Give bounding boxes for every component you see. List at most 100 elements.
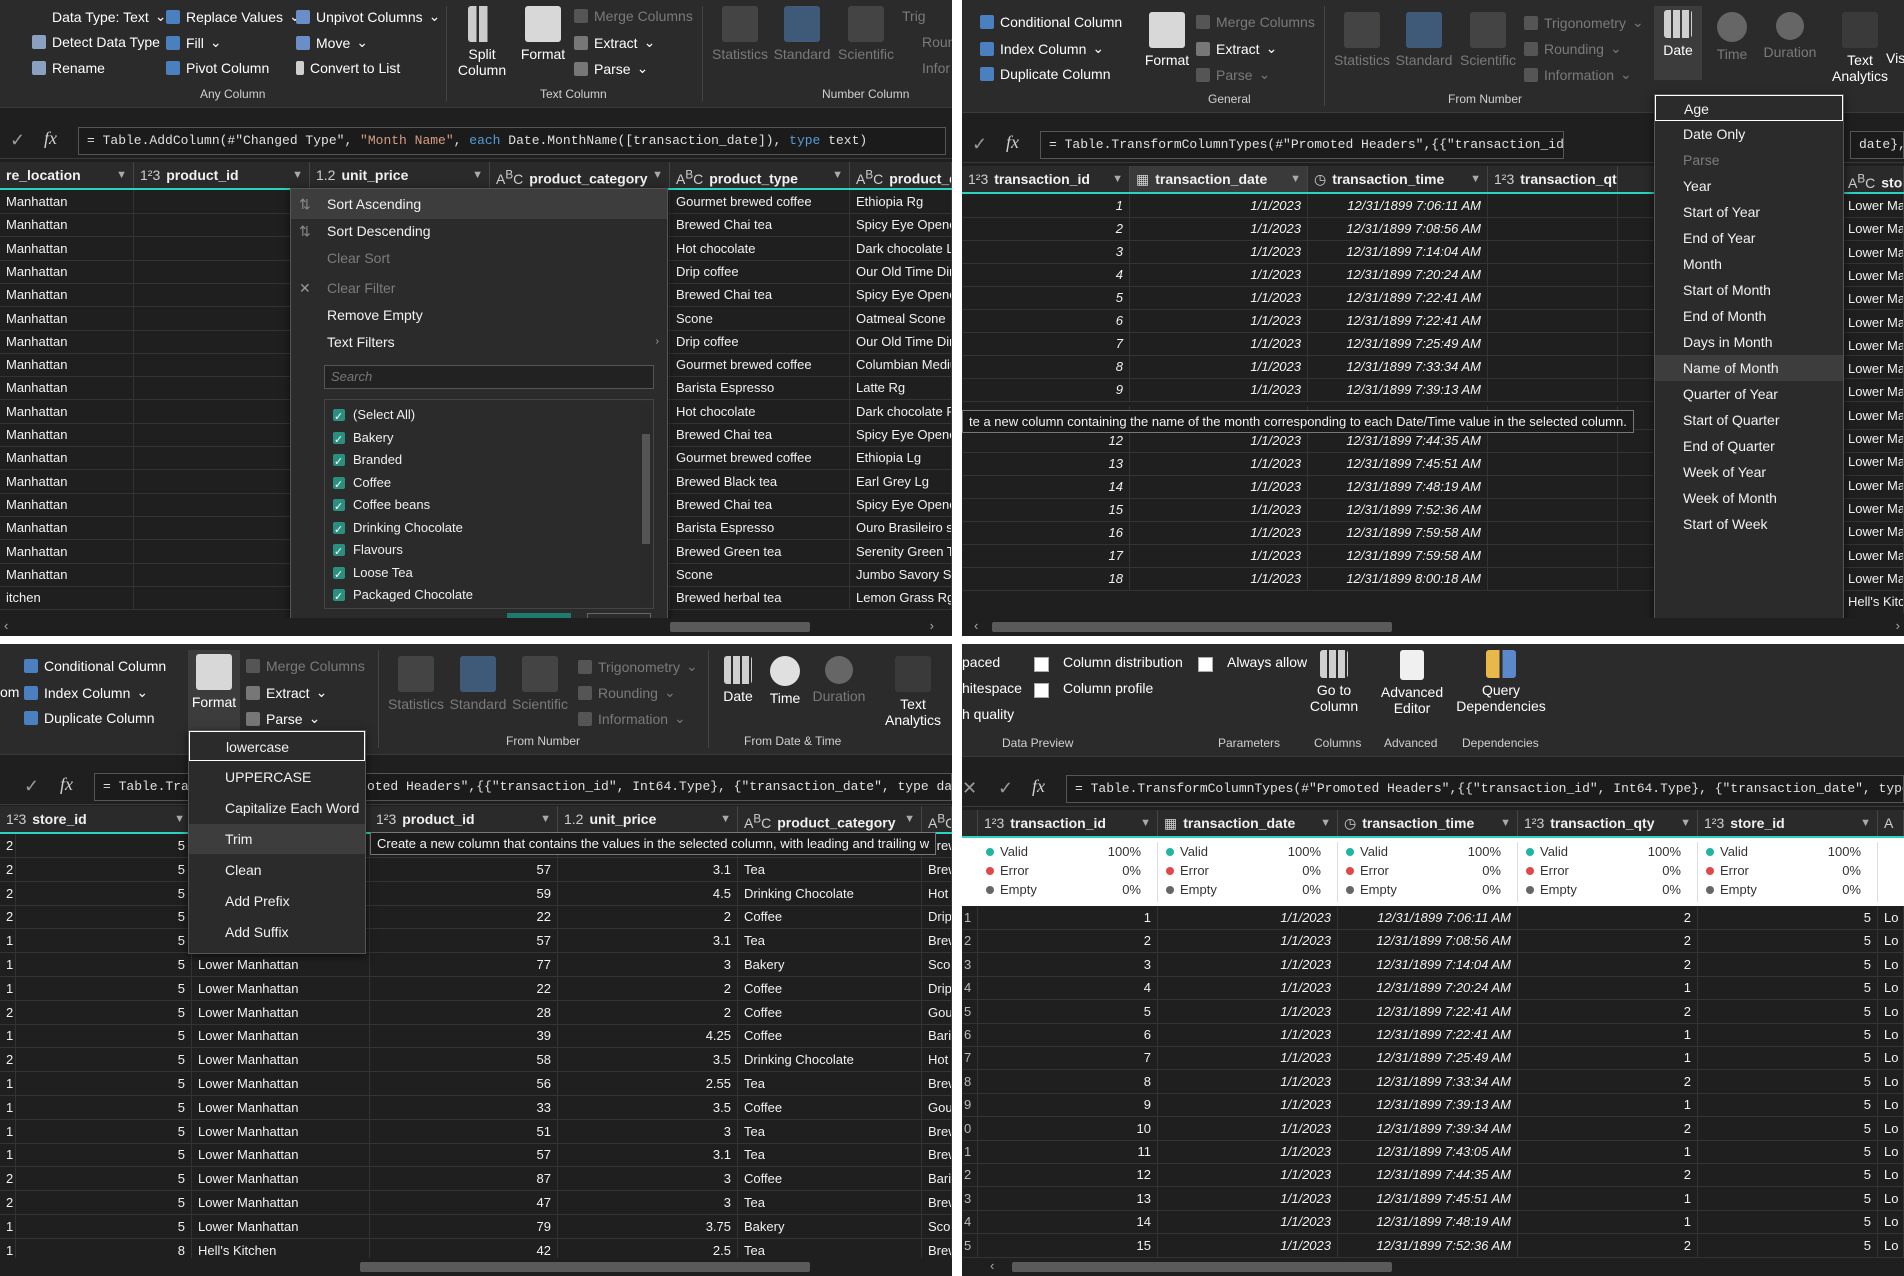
- dropdown-icon[interactable]: ▼: [1860, 810, 1871, 836]
- date-menu-item[interactable]: End of Month: [1655, 303, 1843, 329]
- information-button[interactable]: Information ⌄: [1524, 66, 1632, 83]
- time-button[interactable]: Time: [762, 650, 808, 706]
- chevron-left-icon[interactable]: ‹: [990, 1258, 994, 1273]
- format-button[interactable]: Format: [1142, 6, 1192, 68]
- check-icon[interactable]: ✓: [998, 778, 1013, 799]
- checkbox-checked-icon[interactable]: [333, 519, 345, 541]
- statistics-button[interactable]: Statistics: [1330, 6, 1394, 68]
- column-header[interactable]: 1.2 unit_price ▼: [310, 162, 490, 188]
- column-header[interactable]: ▦ transaction_date ▼: [1130, 166, 1308, 192]
- format-menu-item[interactable]: Capitalize Each Word: [189, 793, 365, 823]
- unpivot-columns-button[interactable]: Unpivot Columns ⌄: [296, 8, 440, 25]
- date-menu-item[interactable]: Quarter of Year: [1655, 381, 1843, 407]
- column-header[interactable]: 1²3 store_id ▼: [1698, 810, 1878, 836]
- date-button[interactable]: Date: [714, 650, 762, 704]
- rounding-button[interactable]: Rounding ⌄: [578, 684, 676, 701]
- chevron-right-icon[interactable]: ›: [930, 618, 934, 633]
- index-column-button[interactable]: Index Column ⌄: [980, 40, 1104, 57]
- date-menu-item[interactable]: Start of Week: [1655, 511, 1843, 537]
- text-analytics-button[interactable]: Text Analytics: [1830, 6, 1890, 84]
- duplicate-column-button[interactable]: Duplicate Column: [24, 710, 155, 726]
- duration-button[interactable]: Duration: [808, 650, 870, 704]
- extract-button[interactable]: Extract ⌄: [246, 684, 327, 701]
- dropdown-icon[interactable]: ▼: [1112, 166, 1123, 192]
- column-header[interactable]: 1²3 transaction_qty: [1488, 166, 1618, 192]
- dropdown-icon[interactable]: ▼: [472, 162, 483, 188]
- checklist-item[interactable]: Branded: [333, 449, 473, 474]
- column-header[interactable]: ABC product_category ▼: [738, 806, 922, 832]
- format-menu-item[interactable]: UPPERCASE: [189, 762, 365, 792]
- vision-button[interactable]: Vis: [1886, 50, 1904, 66]
- chevron-left-icon[interactable]: ‹: [4, 618, 8, 633]
- column-header[interactable]: ◷ transaction_time ▼: [1308, 166, 1488, 192]
- format-menu-item[interactable]: Add Suffix: [189, 917, 365, 947]
- text-analytics-button[interactable]: Text Analytics: [880, 650, 946, 728]
- format-button[interactable]: Format: [518, 6, 568, 62]
- close-icon[interactable]: ✕: [962, 778, 977, 799]
- detect-data-type-button[interactable]: Detect Data Type: [32, 34, 160, 50]
- remove-empty-item[interactable]: Remove Empty: [291, 300, 667, 330]
- check-icon[interactable]: ✓: [972, 134, 987, 155]
- extract-button[interactable]: Extract ⌄: [574, 34, 655, 51]
- horizontal-scrollbar[interactable]: ‹ ›: [0, 618, 952, 636]
- date-menu-item[interactable]: Parse: [1655, 147, 1843, 173]
- column-header[interactable]: 1²3 transaction_id ▼: [962, 166, 1130, 192]
- column-header[interactable]: 1²3 transaction_id ▼: [978, 810, 1158, 836]
- date-menu-item[interactable]: Week of Month: [1655, 485, 1843, 511]
- format-menu-item[interactable]: Trim: [189, 824, 365, 854]
- checkbox-checked-icon[interactable]: [333, 564, 345, 586]
- column-header[interactable]: ABC product_deta: [850, 162, 952, 188]
- information-button[interactable]: Information ⌄: [578, 710, 686, 727]
- standard-button[interactable]: Standard: [1394, 6, 1454, 68]
- rename-button[interactable]: Rename: [32, 60, 105, 76]
- checkbox-checked-icon[interactable]: [333, 586, 345, 609]
- dropdown-icon[interactable]: ▼: [720, 806, 731, 832]
- formula-input[interactable]: = Table.AddColumn(#"Changed Type", "Mont…: [78, 127, 946, 155]
- column-header[interactable]: ABC store: [1842, 166, 1904, 192]
- scientific-button[interactable]: Scientific: [508, 650, 572, 712]
- parse-button[interactable]: Parse ⌄: [246, 710, 320, 727]
- column-header[interactable]: 1²3 product_id ▼: [134, 162, 310, 188]
- information-button[interactable]: Infor: [922, 60, 950, 76]
- check-icon[interactable]: ✓: [10, 130, 25, 151]
- rounding-button[interactable]: Rounding ⌄: [1524, 40, 1622, 57]
- duplicate-column-button[interactable]: Duplicate Column: [980, 66, 1111, 82]
- standard-button[interactable]: Standard: [448, 650, 508, 712]
- query-dependencies-button[interactable]: Query Dependencies: [1456, 650, 1546, 714]
- horizontal-scrollbar[interactable]: [0, 1258, 952, 1276]
- formula-input[interactable]: = Table.TransformColumnTypes(#"Promoted …: [1040, 131, 1564, 159]
- trigonometry-button[interactable]: Trigonometry ⌄: [578, 658, 698, 675]
- checklist-item[interactable]: Coffee beans: [333, 494, 473, 519]
- checklist-item[interactable]: (Select All): [333, 404, 473, 429]
- date-menu-item[interactable]: Name of Month: [1655, 355, 1843, 381]
- checklist-item[interactable]: Coffee: [333, 472, 473, 496]
- column-header[interactable]: ABC: [922, 806, 952, 832]
- dropdown-icon[interactable]: ▼: [652, 162, 663, 188]
- data-type-button[interactable]: Data Type: Text ⌄: [52, 8, 167, 25]
- merge-columns-button[interactable]: Merge Columns: [246, 658, 365, 674]
- scroll-thumb[interactable]: [992, 622, 1392, 632]
- chevron-left-icon[interactable]: ‹: [974, 618, 978, 633]
- sort-ascending-item[interactable]: ⇅ Sort Ascending: [291, 189, 667, 219]
- scrollbar[interactable]: [641, 404, 651, 604]
- horizontal-scrollbar[interactable]: ‹: [962, 1258, 1904, 1276]
- checklist-item[interactable]: Packaged Chocolate: [333, 584, 473, 609]
- date-menu-item[interactable]: Start of Quarter: [1655, 407, 1843, 433]
- column-header[interactable]: A: [1878, 810, 1904, 836]
- column-header[interactable]: ABC product_category ▼: [490, 162, 670, 188]
- scroll-thumb[interactable]: [670, 622, 810, 632]
- date-menu-item[interactable]: Start of Month: [1655, 277, 1843, 303]
- checklist-item[interactable]: Bakery: [333, 427, 473, 451]
- conditional-column-button[interactable]: Conditional Column: [980, 14, 1122, 30]
- dropdown-icon[interactable]: ▼: [116, 162, 127, 188]
- column-profile-checkbox[interactable]: Column profile: [1034, 680, 1153, 698]
- dropdown-icon[interactable]: ▼: [1290, 166, 1301, 192]
- clear-sort-item[interactable]: Clear Sort: [291, 243, 667, 273]
- scroll-thumb[interactable]: [360, 1262, 810, 1272]
- date-menu-item[interactable]: Date Only: [1655, 121, 1843, 147]
- dropdown-icon[interactable]: ▼: [174, 806, 185, 832]
- text-filters-item[interactable]: Text Filters ›: [291, 327, 667, 357]
- search-input[interactable]: Search: [324, 365, 654, 389]
- date-menu-item[interactable]: Month: [1655, 251, 1843, 277]
- index-column-button[interactable]: Index Column ⌄: [24, 684, 148, 701]
